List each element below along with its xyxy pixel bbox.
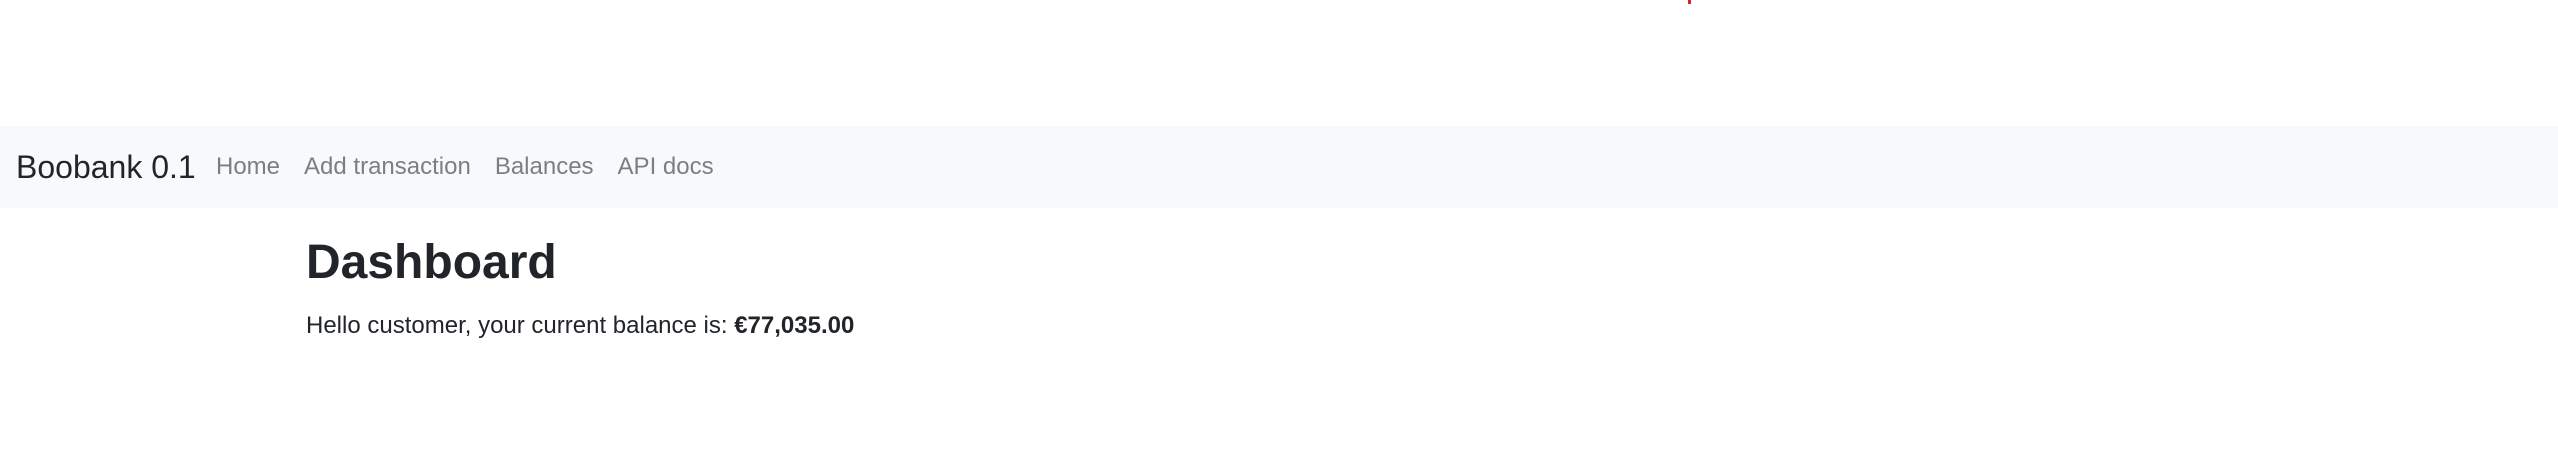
navbar-brand[interactable]: Boobank 0.1 bbox=[16, 126, 196, 208]
nav-item-api-docs: API docs bbox=[618, 126, 738, 208]
nav-link-api-docs[interactable]: API docs bbox=[618, 126, 714, 208]
balance-greeting: Hello customer, your current balance is: bbox=[306, 312, 735, 339]
main-content: Dashboard Hello customer, your current b… bbox=[306, 228, 854, 344]
page-title: Dashboard bbox=[306, 236, 557, 289]
red-dot-artifact bbox=[1688, 0, 1691, 4]
nav-links: Home Add transaction Balances API docs bbox=[216, 126, 738, 208]
balance-amount: €77,035.00 bbox=[734, 312, 855, 339]
top-navbar: Boobank 0.1 Home Add transaction Balance… bbox=[0, 126, 2558, 208]
nav-item-balances: Balances bbox=[495, 126, 618, 208]
nav-link-add-transaction[interactable]: Add transaction bbox=[304, 126, 471, 208]
nav-link-balances[interactable]: Balances bbox=[495, 126, 594, 208]
balance-message: Hello customer, your current balance is:… bbox=[306, 308, 854, 344]
nav-item-home: Home bbox=[216, 126, 304, 208]
nav-item-add-transaction: Add transaction bbox=[304, 126, 495, 208]
nav-link-home[interactable]: Home bbox=[216, 126, 280, 208]
